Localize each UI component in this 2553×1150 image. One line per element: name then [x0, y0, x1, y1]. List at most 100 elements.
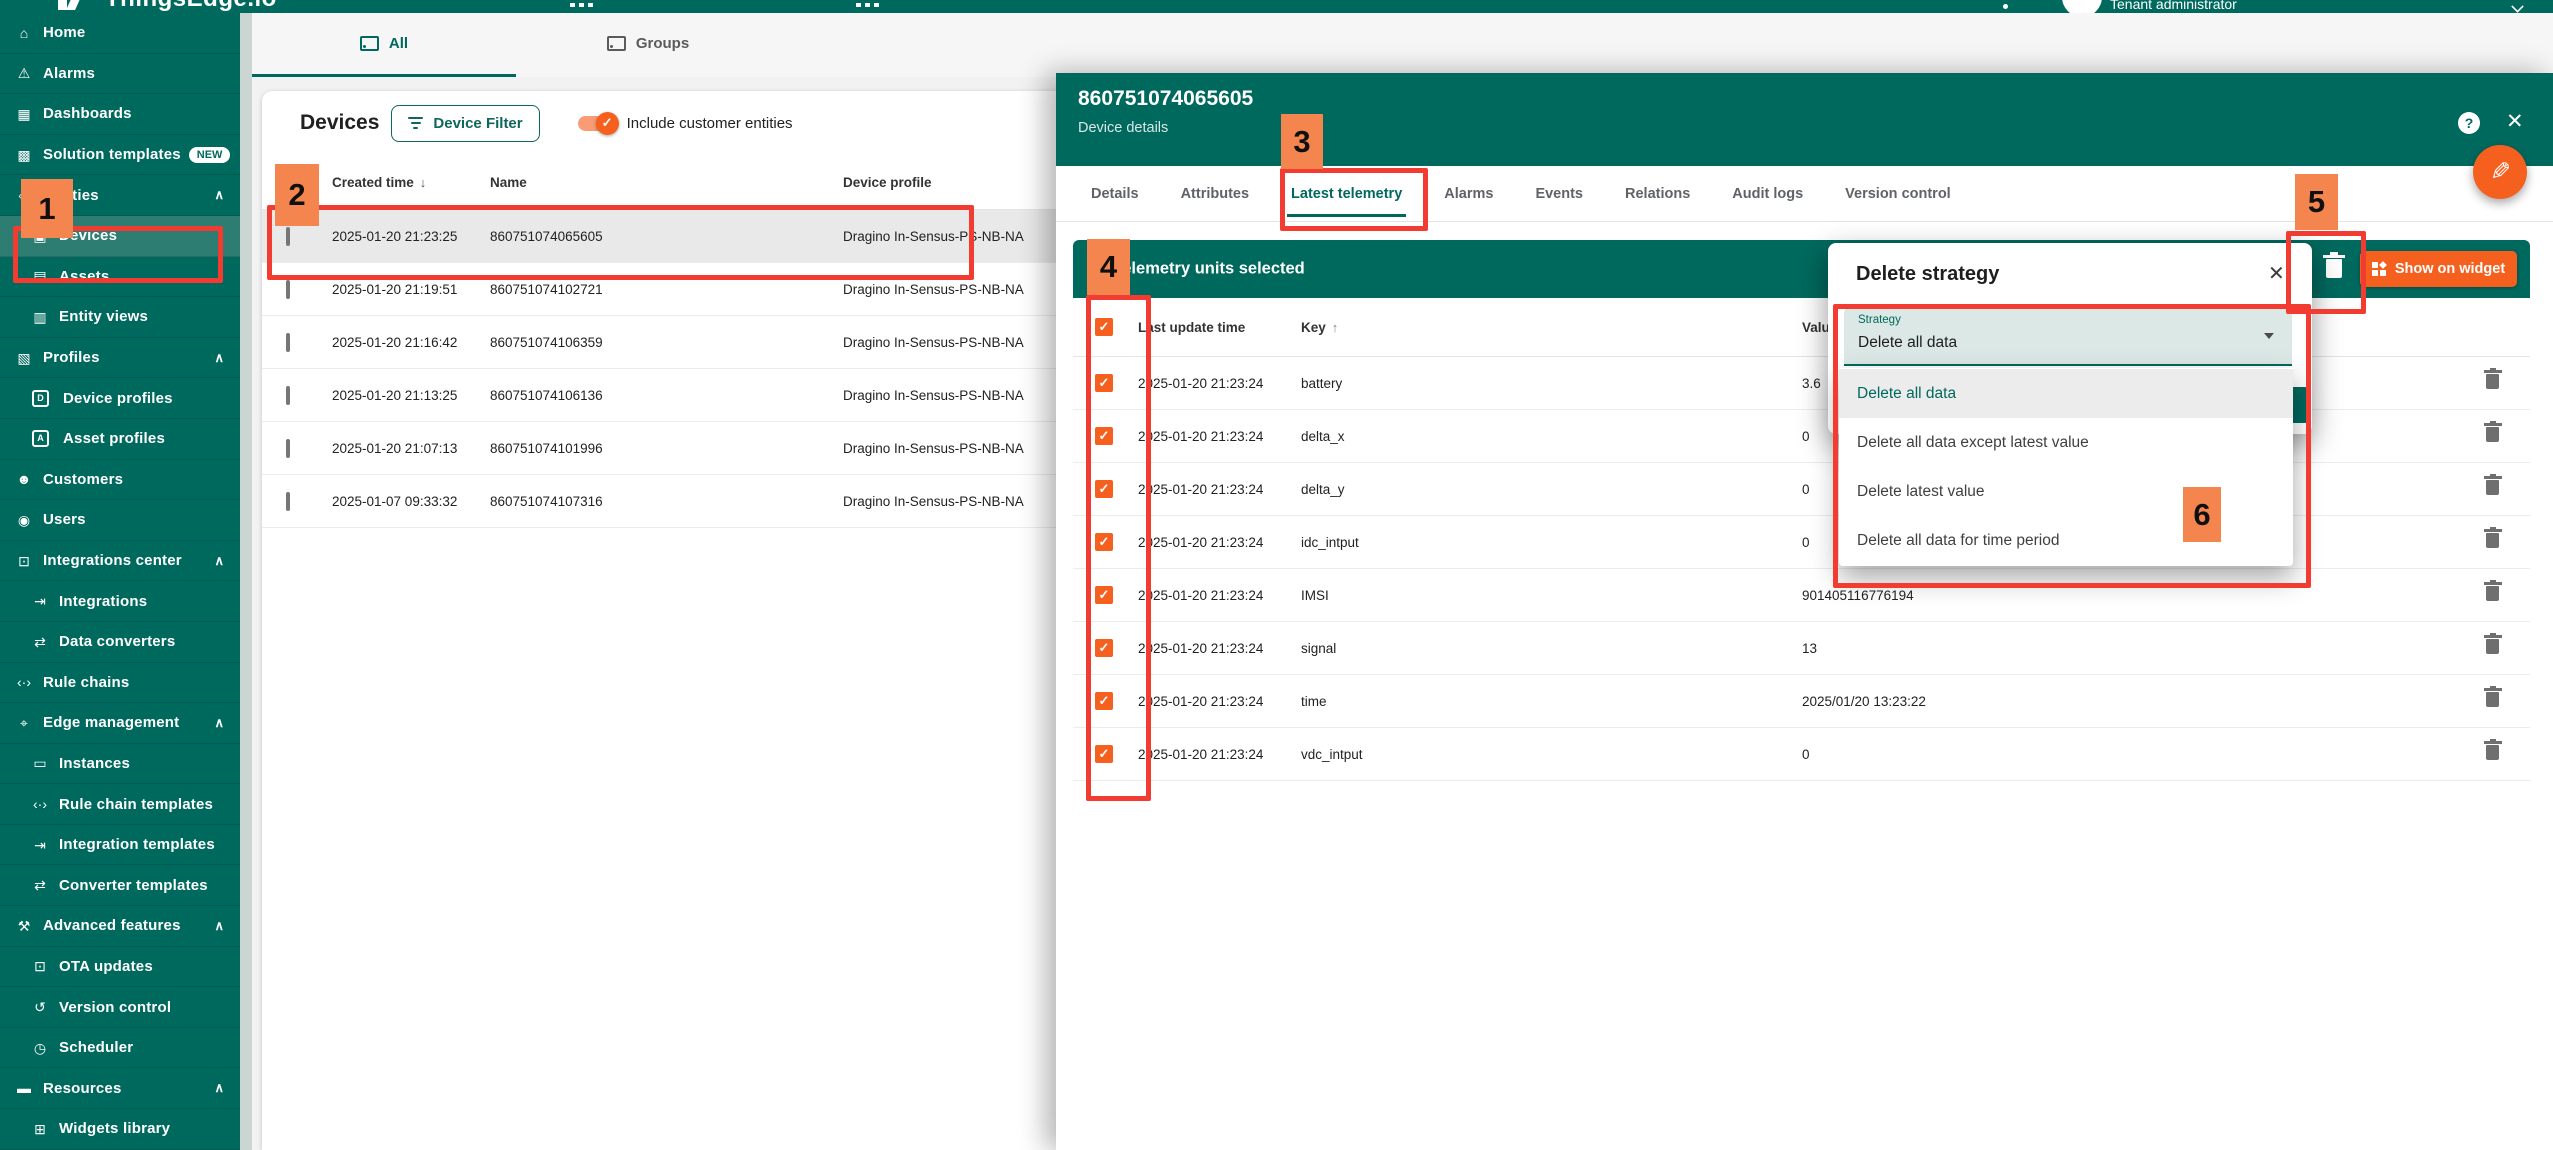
telemetry-table-row[interactable]: 2025-01-20 21:23:24 vdc_intput 0 — [1073, 728, 2530, 781]
delete-row-button[interactable] — [2486, 480, 2530, 498]
strategy-select[interactable]: Strategy Delete all data — [1844, 307, 2292, 366]
delete-row-button[interactable] — [2486, 427, 2530, 445]
delete-telemetry-button[interactable] — [2326, 259, 2342, 283]
row-checkbox[interactable] — [1095, 480, 1113, 498]
column-created-time[interactable]: Created time↓ — [332, 175, 490, 190]
dialog-close-icon[interactable]: ✕ — [2268, 261, 2285, 286]
row-checkbox[interactable] — [1095, 745, 1113, 763]
show-on-widget-button[interactable]: Show on widget — [2360, 251, 2517, 287]
details-tab-version-control[interactable]: Version control — [1824, 166, 1972, 221]
toolbar-grid-icon[interactable] — [570, 3, 593, 7]
column-last-update-time[interactable]: Last update time — [1138, 320, 1301, 335]
delete-row-button[interactable] — [2486, 639, 2530, 657]
delete-row-button[interactable] — [2486, 692, 2530, 710]
devices-table-body: 2025-01-20 21:23:25 860751074065605 Drag… — [262, 210, 1107, 528]
close-icon[interactable]: ✕ — [2506, 110, 2524, 134]
details-tab-relations[interactable]: Relations — [1604, 166, 1711, 221]
column-name[interactable]: Name — [490, 175, 843, 190]
telemetry-table-row[interactable]: 2025-01-20 21:23:24 time 2025/01/20 13:2… — [1073, 675, 2530, 728]
sidebar-item-ota-updates[interactable]: ⊡ OTA updates — [0, 947, 240, 988]
row-checkbox[interactable] — [286, 227, 290, 246]
sidebar-item-solution-templates[interactable]: ▩ Solution templates NEW — [0, 135, 240, 176]
row-checkbox[interactable] — [286, 280, 290, 299]
sidebar-item-entity-views[interactable]: ▥ Entity views — [0, 297, 240, 338]
telemetry-table-row[interactable]: 2025-01-20 21:23:24 signal 13 — [1073, 622, 2530, 675]
device-table-row[interactable]: 2025-01-07 09:33:32 860751074107316 Drag… — [262, 475, 1107, 528]
sidebar-item-integration-templates[interactable]: ⇥ Integration templates — [0, 825, 240, 866]
row-checkbox[interactable] — [286, 386, 290, 405]
sidebar-item-integrations-center[interactable]: ⊡ Integrations center ∧ — [0, 541, 240, 582]
strategy-option[interactable]: Delete all data — [1839, 369, 2293, 418]
delete-row-button[interactable] — [2486, 745, 2530, 763]
row-checkbox[interactable] — [286, 439, 290, 458]
tab-groups-label: Groups — [636, 35, 689, 52]
details-tab-attributes[interactable]: Attributes — [1160, 166, 1270, 221]
row-checkbox[interactable] — [1095, 586, 1113, 604]
details-tab-latest-telemetry[interactable]: Latest telemetry — [1270, 166, 1423, 221]
delete-row-button[interactable] — [2486, 533, 2530, 551]
row-checkbox[interactable] — [1095, 374, 1113, 392]
device-table-row[interactable]: 2025-01-20 21:07:13 860751074101996 Drag… — [262, 422, 1107, 475]
sidebar-item-alarms[interactable]: ⚠ Alarms — [0, 54, 240, 95]
sidebar-item-integrations[interactable]: ⇥ Integrations — [0, 581, 240, 622]
sidebar-item-instances[interactable]: ▭ Instances — [0, 744, 240, 785]
toolbar-grid-icon[interactable] — [856, 3, 879, 7]
telemetry-table-row[interactable]: 2025-01-20 21:23:24 delta_y 0 — [1073, 463, 2530, 516]
row-checkbox[interactable] — [1095, 692, 1113, 710]
sidebar-item-version-control[interactable]: ↺ Version control — [0, 987, 240, 1028]
sidebar-item-asset-profiles[interactable]: A Asset profiles — [0, 419, 240, 460]
edit-fab-button[interactable]: ✎ — [2473, 145, 2527, 199]
help-icon[interactable] — [2003, 4, 2008, 9]
sidebar-item-devices[interactable]: ▣ Devices — [0, 216, 240, 257]
sidebar-item-home[interactable]: ⌂ Home — [0, 13, 240, 54]
sidebar-item-entities[interactable]: ◇ Entities ∧ — [0, 175, 240, 216]
device-table-row[interactable]: 2025-01-20 21:16:42 860751074106359 Drag… — [262, 316, 1107, 369]
telemetry-table-row[interactable]: 2025-01-20 21:23:24 IMSI 901405116776194 — [1073, 569, 2530, 622]
device-table-row[interactable]: 2025-01-20 21:19:51 860751074102721 Drag… — [262, 263, 1107, 316]
sidebar-item-data-converters[interactable]: ⇄ Data converters — [0, 622, 240, 663]
details-tab-audit-logs[interactable]: Audit logs — [1711, 166, 1824, 221]
details-tab-alarms[interactable]: Alarms — [1423, 166, 1514, 221]
strategy-option[interactable]: Delete all data for time period — [1839, 516, 2293, 565]
cell-key: signal — [1301, 641, 1802, 656]
tab-all[interactable]: All — [252, 13, 516, 74]
column-key[interactable]: Key↑ — [1301, 320, 1802, 335]
include-customer-entities-toggle[interactable] — [578, 116, 616, 131]
sidebar-item-resources[interactable]: ▬ Resources ∧ — [0, 1068, 240, 1109]
help-icon[interactable]: ? — [2458, 112, 2480, 134]
sidebar-item-converter-templates[interactable]: ⇄ Converter templates — [0, 865, 240, 906]
row-checkbox[interactable] — [286, 492, 290, 511]
device-filter-button[interactable]: Device Filter — [391, 105, 539, 142]
sidebar-scrollbar[interactable] — [240, 13, 252, 1150]
telemetry-table-row[interactable]: 2025-01-20 21:23:24 idc_intput 0 — [1073, 516, 2530, 569]
sidebar-item-device-profiles[interactable]: D Device profiles — [0, 378, 240, 419]
sidebar-item-scheduler[interactable]: ◷ Scheduler — [0, 1028, 240, 1069]
delete-row-button[interactable] — [2486, 586, 2530, 604]
sidebar-item-dashboards[interactable]: ▦ Dashboards — [0, 94, 240, 135]
sidebar-item-advanced-features[interactable]: ⚒ Advanced features ∧ — [0, 906, 240, 947]
strategy-option[interactable]: Delete latest value — [1839, 467, 2293, 516]
row-checkbox[interactable] — [1095, 533, 1113, 551]
sidebar-item-rule-chains[interactable]: ‹·› Rule chains — [0, 663, 240, 704]
tab-groups[interactable]: Groups — [516, 13, 780, 74]
avatar[interactable] — [2062, 0, 2102, 13]
row-checkbox[interactable] — [1095, 639, 1113, 657]
sidebar-item-widgets-library[interactable]: ⊞ Widgets library — [0, 1109, 240, 1150]
sidebar-item-assets[interactable]: ▤ Assets — [0, 257, 240, 298]
sidebar-item-edge-management[interactable]: ⌖ Edge management ∧ — [0, 703, 240, 744]
device-table-row[interactable]: 2025-01-20 21:13:25 860751074106136 Drag… — [262, 369, 1107, 422]
sidebar-item-users[interactable]: ◉ Users — [0, 500, 240, 541]
details-tab-events[interactable]: Events — [1514, 166, 1604, 221]
sidebar-item-profiles[interactable]: ▧ Profiles ∧ — [0, 338, 240, 379]
device-table-row[interactable]: 2025-01-20 21:23:25 860751074065605 Drag… — [262, 210, 1107, 263]
strategy-option[interactable]: Delete all data except latest value — [1839, 418, 2293, 467]
row-checkbox[interactable] — [1095, 427, 1113, 445]
sidebar-item-rule-chain-templates[interactable]: ‹·› Rule chain templates — [0, 784, 240, 825]
cell-value: 13 — [1802, 641, 2486, 656]
select-all-checkbox[interactable] — [1095, 318, 1113, 336]
details-tab-details[interactable]: Details — [1070, 166, 1160, 221]
chevron-down-icon[interactable] — [2511, 0, 2523, 12]
delete-row-button[interactable] — [2486, 374, 2530, 392]
sidebar-item-customers[interactable]: ☻ Customers — [0, 460, 240, 501]
row-checkbox[interactable] — [286, 333, 290, 352]
